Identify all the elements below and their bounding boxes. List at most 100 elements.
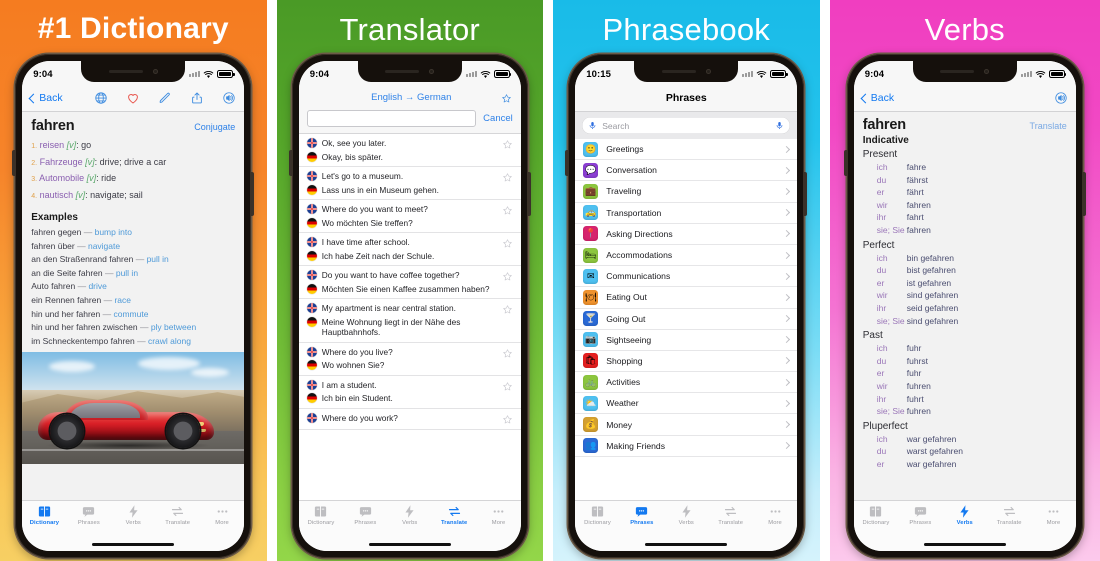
suitcase-icon: 💼 [583, 183, 599, 199]
favorite-star-icon[interactable] [502, 172, 513, 183]
tab-phrases[interactable]: Phrases [343, 504, 387, 526]
tab-bar[interactable]: Dictionary Phrases Verbs Translate More [22, 500, 245, 538]
tab-dictionary[interactable]: Dictionary [22, 504, 66, 526]
category-row[interactable]: 👥 Making Friends [575, 436, 798, 457]
conjugation-row: ich bin gefahren [863, 252, 1067, 265]
examples-list: fahren gegen — bump into fahren über — na… [22, 226, 244, 348]
tab-verbs[interactable]: Verbs [111, 504, 155, 526]
tab-translate[interactable]: Translate [708, 504, 752, 526]
phrase-row[interactable]: I have time after school. Ich habe Zeit n… [298, 233, 521, 266]
chevron-right-icon [783, 293, 791, 301]
pencil-icon[interactable] [158, 91, 172, 105]
phrase-row[interactable]: Where do you live? Wo wohnen Sie? [298, 343, 521, 376]
speaker-icon[interactable] [1054, 91, 1068, 105]
phrase-row[interactable]: My apartment is near central station. Mei… [298, 299, 521, 343]
conjugation-row: du fährst [863, 174, 1067, 187]
phrase-row[interactable]: Where do you work? [298, 409, 521, 430]
category-row[interactable]: 🙂 Greetings [575, 139, 798, 161]
language-pair-selector[interactable]: English → German [322, 92, 501, 103]
phrase-target: Lass uns in ein Museum gehen. [321, 184, 439, 195]
notch [912, 61, 1017, 82]
tab-translate[interactable]: Translate [987, 504, 1031, 526]
conjugate-link[interactable]: Conjugate [194, 122, 235, 132]
phrasebook-body[interactable]: 🙂 Greetings 💬 Conversation 💼 Traveling 🚕 Transp… [575, 139, 798, 500]
translator-body[interactable]: Ok, see you later. Okay, bis später. Let's… [298, 134, 521, 500]
definition-english: : ride [96, 173, 117, 183]
category-row[interactable]: 🍸 Going Out [575, 309, 798, 330]
tab-translate[interactable]: Translate [432, 504, 476, 526]
favorite-star-icon[interactable] [502, 238, 513, 249]
tab-dictionary[interactable]: Dictionary [299, 504, 343, 526]
heart-icon[interactable] [126, 91, 140, 105]
phone-screen-translator: 9:04 English → German Cancel Ok, see you… [298, 61, 521, 551]
share-icon[interactable] [190, 91, 204, 105]
tab-more[interactable]: More [753, 504, 797, 526]
favorite-star-icon[interactable] [502, 271, 513, 282]
category-row[interactable]: 🛏 Accommodations [575, 245, 798, 267]
favorite-star-icon[interactable] [502, 381, 513, 392]
tab-dictionary[interactable]: Dictionary [575, 504, 619, 526]
cancel-button[interactable]: Cancel [483, 113, 513, 124]
mic-icon[interactable] [588, 120, 597, 131]
search-input[interactable]: Search [582, 117, 791, 134]
uk-flag-icon [306, 204, 317, 214]
category-row[interactable]: 📷 Sightseeing [575, 330, 798, 351]
tab-more[interactable]: More [1031, 504, 1075, 526]
tab-more[interactable]: More [476, 504, 520, 526]
tab-verbs[interactable]: Verbs [943, 504, 987, 526]
uk-flag-icon [306, 303, 317, 313]
phrase-row[interactable]: Do you want to have coffee together? Möch… [298, 266, 521, 299]
back-button[interactable]: Back [860, 92, 895, 104]
phrase-row[interactable]: Let's go to a museum. Lass uns in ein Mus… [298, 167, 521, 200]
favorite-star-icon[interactable] [502, 304, 513, 315]
back-button-label: Back [870, 92, 895, 104]
speaker-icon[interactable] [222, 91, 236, 105]
tab-translate[interactable]: Translate [155, 504, 199, 526]
translate-link[interactable]: Translate [1030, 121, 1067, 131]
category-row[interactable]: 💰 Money [575, 414, 798, 436]
tab-label: Dictionary [862, 520, 890, 526]
definition-list: 1. reisen [v]: go 2. Fahrzeuge [v]: drive… [22, 136, 244, 204]
category-row[interactable]: 💬 Conversation [575, 160, 798, 182]
tab-verbs[interactable]: Verbs [664, 504, 708, 526]
conjugation-table: ich fahre du fährst er fährt wir fahren ihr fahrt… [854, 161, 1076, 237]
example-english: commute [113, 308, 149, 319]
phrase-row[interactable]: Where do you want to meet? Wo möchten Sie… [298, 200, 521, 233]
category-row[interactable]: 🚲 Activities [575, 372, 798, 394]
tab-verbs[interactable]: Verbs [388, 504, 432, 526]
favorite-star-icon[interactable] [501, 93, 512, 104]
verbs-body[interactable]: fahren Translate Indicative Present ich fa… [853, 112, 1076, 500]
phrase-row[interactable]: Ok, see you later. Okay, bis später. [298, 134, 521, 167]
conjugation-row: er fährt [863, 186, 1067, 199]
tab-phrases[interactable]: Phrases [67, 504, 111, 526]
category-row[interactable]: 📍 Asking Directions [575, 224, 798, 245]
tab-more[interactable]: More [200, 504, 244, 526]
back-button[interactable]: Back [28, 92, 63, 104]
phrase-row[interactable]: I am a student. Ich bin ein Student. [298, 376, 521, 409]
conjugation-row: du warst gefahren [863, 445, 1067, 458]
mic-icon[interactable] [775, 120, 784, 131]
category-row[interactable]: 💼 Traveling [575, 181, 798, 203]
favorite-star-icon[interactable] [502, 139, 513, 150]
tab-phrases[interactable]: Phrases [898, 504, 942, 526]
favorite-star-icon[interactable] [502, 348, 513, 359]
category-row[interactable]: ✉ Communications [575, 266, 798, 288]
tab-phrases[interactable]: Phrases [620, 504, 664, 526]
tab-bar[interactable]: Dictionary Phrases Verbs Translate More [853, 500, 1076, 538]
germany-flag-icon [306, 360, 317, 370]
dictionary-body[interactable]: fahren Conjugate 1. reisen [v]: go 2. Fah… [22, 112, 245, 500]
category-row[interactable]: 🚕 Transportation [575, 203, 798, 224]
favorite-star-icon[interactable] [502, 414, 513, 425]
verb-form: fuhrst [906, 355, 928, 366]
favorite-star-icon[interactable] [502, 205, 513, 216]
globe-icon[interactable] [94, 91, 108, 105]
cocktail-icon: 🍸 [583, 311, 599, 327]
tab-bar[interactable]: Dictionary Phrases Verbs Translate More [575, 500, 798, 538]
category-row[interactable]: ⛅ Weather [575, 393, 798, 415]
tab-dictionary[interactable]: Dictionary [854, 504, 898, 526]
tab-bar[interactable]: Dictionary Phrases Verbs Translate More [298, 500, 521, 538]
example-german: an den Straßenrand fahren [31, 254, 134, 265]
translator-input[interactable] [306, 110, 477, 127]
category-row[interactable]: 🛍 Shopping [575, 351, 798, 373]
category-row[interactable]: 🍽 Eating Out [575, 287, 798, 309]
